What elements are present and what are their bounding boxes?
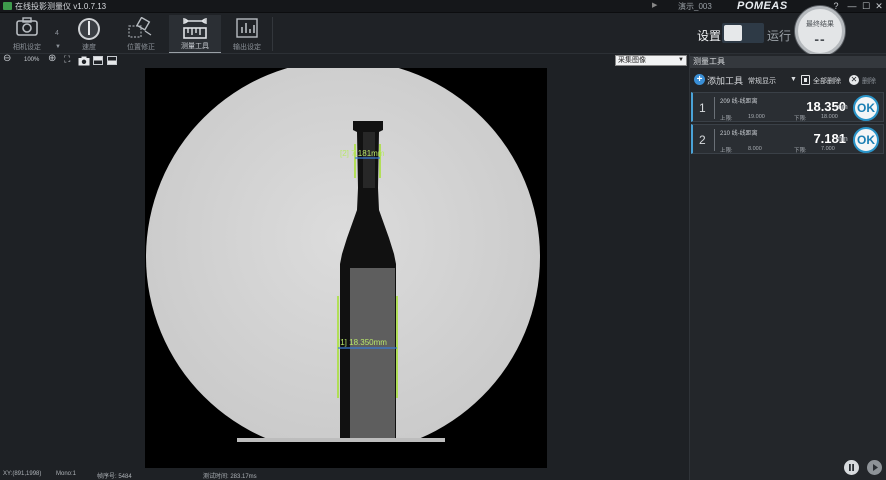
grid-toggle-icon[interactable] [107,56,117,65]
chevron-down-icon[interactable]: ▼ [790,76,797,83]
lower-limit-value: 7.000 [821,146,835,152]
panel-header: 测量工具 [690,56,886,68]
tool-speed[interactable]: 速度 [66,15,112,53]
fit-screen-icon[interactable]: ⛶ [64,54,70,65]
toolbar-divider [272,17,273,51]
minimize-button[interactable]: — [846,0,858,12]
image-toolbar: ⊖ 100% ⊕ ⛶ [0,53,688,68]
zoom-in-icon[interactable]: ⊕ [48,53,56,64]
delete-all-button[interactable]: 全部删除 [813,76,841,86]
frame-count: 帧序号: 5484 [97,474,132,480]
delete-button[interactable]: 删除 [862,76,876,86]
card-divider [714,97,715,119]
add-tool-icon[interactable]: + [694,74,705,85]
tool-label: 位置修正 [127,44,155,51]
ok-status-badge: OK [853,127,879,153]
pause-icon [849,464,854,471]
upper-limit-value: 8.000 [748,146,762,152]
image-source-value: 采集图像 [618,57,646,64]
lower-limit-label: 下限: [794,148,807,154]
tool-position-correction[interactable]: 位置修正 [118,15,164,53]
speed-number: 4 [55,30,59,37]
measurement-card[interactable]: 2 210 线-线距离 7.181 mm 上限: 8.000 下限: 7.000… [691,124,884,154]
panel-actions: + 添加工具 常规显示 ▼ 全部删除 ✕ 删除 [690,73,886,87]
lower-limit-value: 18.000 [821,114,838,120]
brand-logo: POMEAS [737,0,788,12]
maximize-button[interactable]: ☐ [860,0,872,12]
measurement-label-bottom: [1] 18.350mm [338,338,387,347]
setup-mode-label: 设置 [697,29,722,43]
tool-label: 速度 [82,44,96,51]
tool-label: 测量工具 [181,43,209,50]
measurement-unit: mm [836,104,848,111]
delete-icon[interactable]: ✕ [849,75,859,85]
measurement-name: 210 线-线距离 [720,131,758,137]
app-window: 在线投影测量仪 v1.0.7.13 ▶ 演示_003 POMEAS ? — ☐ … [0,0,886,480]
measurement-name: 209 线-线距离 [720,99,758,105]
camera-image: [2] 7.181mm [1] 18.350mm [145,68,547,468]
zoom-out-icon[interactable]: ⊖ [3,53,11,64]
pause-button[interactable] [844,460,859,475]
project-name: 演示_003 [678,2,712,11]
measurement-tools-panel: 测量工具 + 添加工具 常规显示 ▼ 全部删除 ✕ 删除 1 209 线-线距离… [689,54,886,480]
speed-dial-icon [78,18,100,40]
image-viewport[interactable]: [2] 7.181mm [1] 18.350mm [145,68,547,468]
measurement-index: 1 [699,101,706,115]
tool-label: 相机设定 [13,44,41,51]
measurement-label-top: [2] 7.181mm [340,149,385,158]
ruler-icon [183,18,207,39]
display-mode-label[interactable]: 常规显示 [748,76,776,86]
mode-toggle[interactable] [722,23,764,43]
final-result-value: -- [814,31,826,47]
play-button[interactable] [867,460,882,475]
ok-status-badge: OK [853,95,879,121]
tool-measurement[interactable]: 测量工具 [169,15,221,53]
tool-label: 输出设定 [233,44,261,51]
final-result-title: 最终结果 [806,21,834,28]
upper-limit-label: 上限: [720,116,733,122]
measurement-card[interactable]: 1 209 线-线距离 18.350 mm 上限: 19.000 下限: 18.… [691,92,884,122]
zoom-level: 100% [24,57,40,63]
app-title: 在线投影测量仪 v1.0.7.13 [15,2,107,11]
tool-camera-settings[interactable]: 相机设定 [4,15,50,53]
measure-time: 测试时间: 283.17ms [203,474,257,480]
chevron-down-icon: ▼ [678,57,684,63]
play-icon [873,464,878,471]
snapshot-icon[interactable] [78,56,90,66]
card-divider [714,129,715,151]
add-tool-button[interactable]: 添加工具 [707,74,743,87]
cursor-coordinates: XY:(891,1998) [3,471,42,477]
overlay-toggle-icon[interactable] [93,56,103,65]
measurement-unit: mm [836,136,848,143]
upper-limit-label: 上限: [720,148,733,154]
close-button[interactable]: ✕ [873,0,885,12]
toggle-knob [724,25,742,41]
status-bar: XY:(891,1998) Mono:1 帧序号: 5484 测试时间: 283… [0,470,688,480]
upper-limit-value: 19.000 [748,114,765,120]
chart-icon [236,18,258,38]
camera-icon [16,17,38,36]
trash-icon[interactable] [801,75,810,85]
title-bar: 在线投影测量仪 v1.0.7.13 ▶ 演示_003 POMEAS ? — ☐ … [0,0,886,13]
final-result-indicator: 最终结果 -- [795,6,845,56]
lower-limit-label: 下限: [794,116,807,122]
play-arrow-icon[interactable]: ▶ [652,1,657,9]
app-icon [3,2,12,10]
caret-down-icon[interactable]: ▼ [55,44,61,50]
image-source-select[interactable]: 采集图像 ▼ [615,55,687,66]
color-mode: Mono:1 [56,471,77,477]
tool-output-settings[interactable]: 输出设定 [224,15,270,53]
position-correction-icon [128,17,152,38]
measurement-index: 2 [699,133,706,147]
run-mode-label: 运行 [767,29,792,43]
